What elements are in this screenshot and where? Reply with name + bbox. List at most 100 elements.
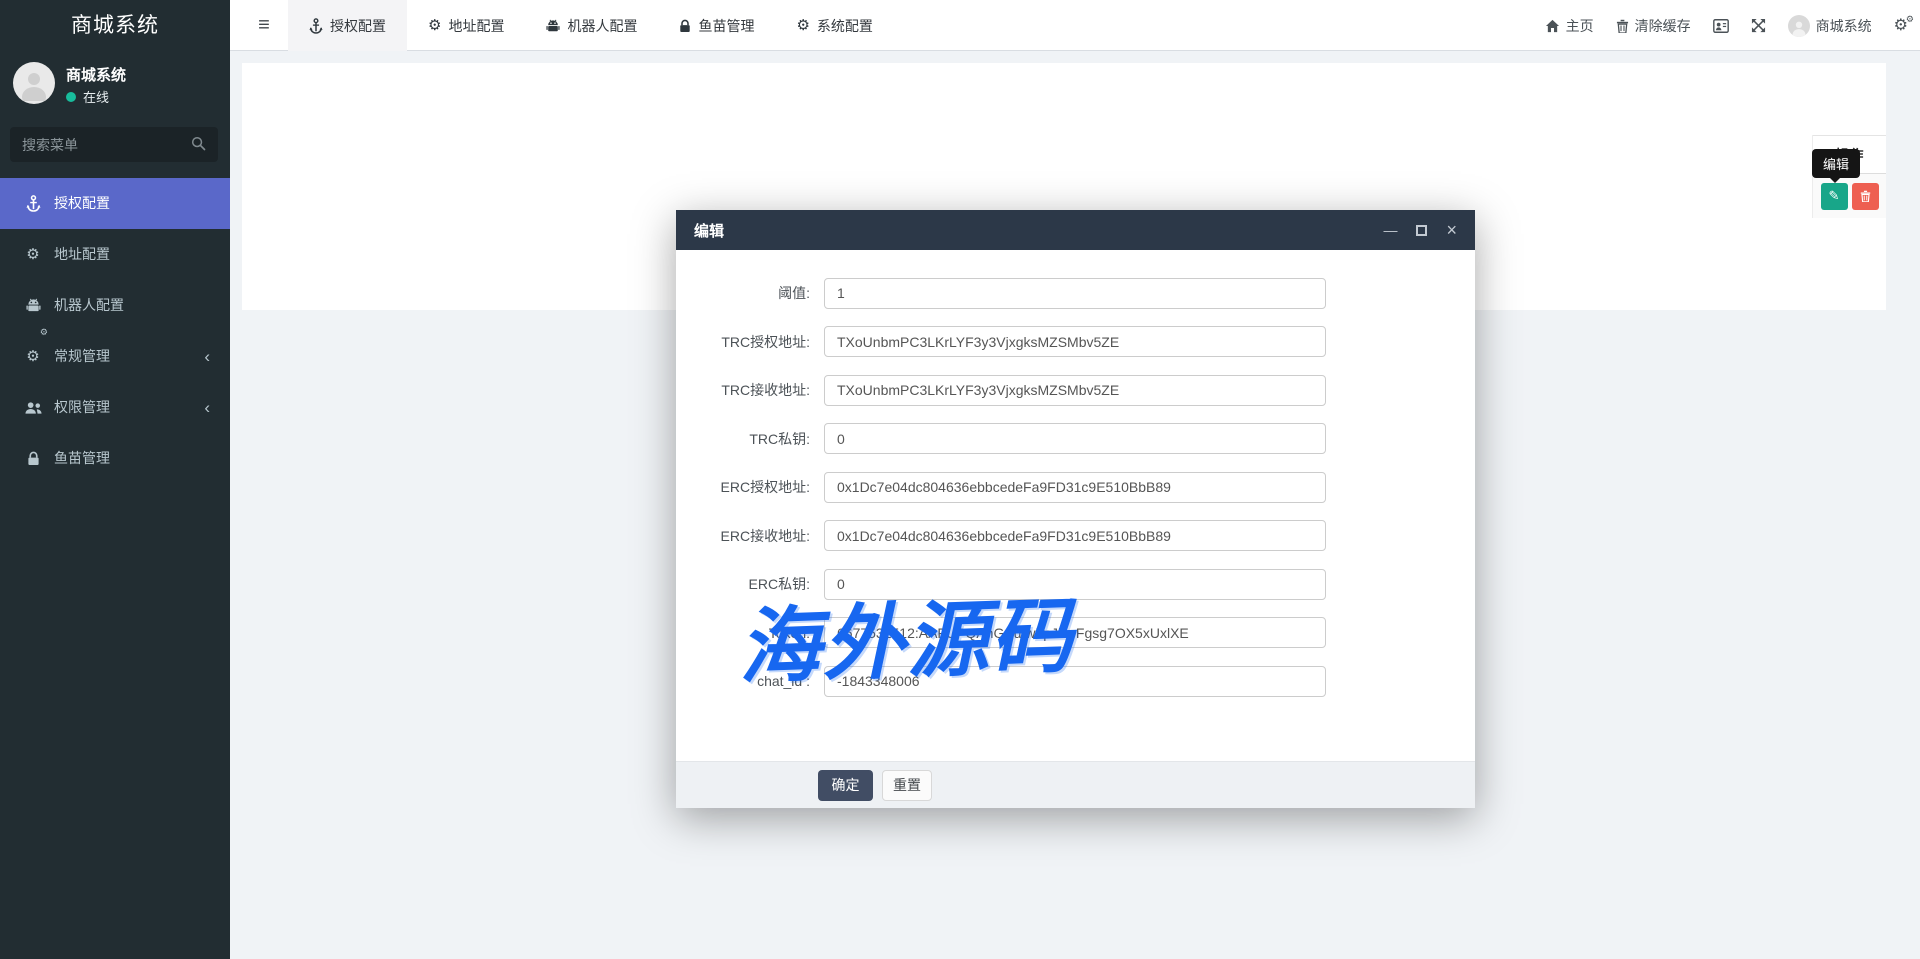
sidebar-item-permission-manage[interactable]: 权限管理 ‹ xyxy=(0,382,230,433)
hamburger-icon[interactable]: ≡ xyxy=(244,0,284,51)
anchor-icon xyxy=(24,178,42,229)
edit-tooltip: 编辑 xyxy=(1812,149,1861,183)
anchor-icon xyxy=(309,17,323,34)
person-icon xyxy=(22,73,46,101)
sidebar-item-fry-manage[interactable]: 鱼苗管理 xyxy=(0,433,230,484)
form-row-trc-key: TRC私钥: xyxy=(676,415,1475,464)
form-row-erc-key: ERC私钥: xyxy=(676,560,1475,609)
trc-auth-address-field[interactable] xyxy=(824,326,1326,358)
clear-cache-link[interactable]: 清除缓存 xyxy=(1616,16,1691,36)
users-icon xyxy=(24,382,42,433)
user-status: 在线 xyxy=(66,87,109,106)
topbar-username: 商城系统 xyxy=(1815,17,1872,34)
field-label: chat_id : xyxy=(757,673,810,690)
tab-robot-config[interactable]: 机器人配置 xyxy=(525,0,658,51)
tab-label: 鱼苗管理 xyxy=(698,17,755,34)
field-label: TRC私钥: xyxy=(749,430,810,447)
person-icon xyxy=(1792,21,1806,37)
robot-icon xyxy=(546,19,561,33)
sidebar-item-address-config[interactable]: ⚙ 地址配置 xyxy=(0,229,230,280)
fullscreen-icon[interactable] xyxy=(1751,18,1766,33)
chevron-left-icon: ‹ xyxy=(204,347,210,366)
close-icon[interactable]: × xyxy=(1446,221,1457,239)
sidebar-item-label: 授权配置 xyxy=(54,195,110,211)
tab-fry-manage[interactable]: 鱼苗管理 xyxy=(658,0,775,51)
sidebar-search-input[interactable] xyxy=(22,127,182,162)
trash-icon xyxy=(1860,190,1870,202)
tab-label: 机器人配置 xyxy=(567,17,638,34)
online-dot-icon xyxy=(66,92,76,102)
sidebar: 商城系统 商城系统 在线 授权配置 ⚙ 地址配置 xyxy=(0,0,230,959)
tab-system-config[interactable]: ⚙ 系统配置 xyxy=(775,0,893,51)
cogs-icon: ⚙ ⚙ xyxy=(26,327,48,365)
row-actions: ✎ xyxy=(1813,174,1886,218)
sidebar-item-robot-config[interactable]: 机器人配置 xyxy=(0,280,230,331)
gear-icon: ⚙ xyxy=(428,17,442,34)
token-field[interactable] xyxy=(824,617,1326,649)
field-label: TRC接收地址: xyxy=(721,382,810,399)
form-row-token: Token: xyxy=(676,609,1475,658)
tab-label: 系统配置 xyxy=(816,17,873,34)
sidebar-search xyxy=(10,127,218,162)
lock-icon xyxy=(679,19,691,33)
erc-receive-address-field[interactable] xyxy=(824,520,1326,552)
app-root: 商城系统 商城系统 在线 授权配置 ⚙ 地址配置 xyxy=(0,0,1920,959)
confirm-button[interactable]: 确定 xyxy=(818,769,873,801)
tab-address-config[interactable]: ⚙ 地址配置 xyxy=(407,0,525,51)
tab-label: 地址配置 xyxy=(448,17,505,34)
row-delete-button[interactable] xyxy=(1851,182,1879,210)
sidebar-menu: 授权配置 ⚙ 地址配置 机器人配置 ⚙ ⚙ 常规管理 ‹ 权限管理 ‹ 鱼苗管理 xyxy=(0,178,230,484)
tab-auth-config[interactable]: 授权配置 xyxy=(288,0,407,51)
nav-tabs: 授权配置 ⚙ 地址配置 机器人配置 鱼苗管理 ⚙ 系统配置 xyxy=(288,0,894,51)
lock-screen-icon[interactable] xyxy=(1712,18,1729,33)
pencil-icon: ✎ xyxy=(1828,188,1840,203)
settings-cogs-icon[interactable]: ⚙ ⚙ xyxy=(1894,14,1914,34)
form-row-chat-id: chat_id : xyxy=(676,657,1475,706)
user-menu[interactable]: 商城系统 xyxy=(1787,14,1872,37)
gear-icon: ⚙ xyxy=(796,17,810,34)
avatar xyxy=(13,62,55,104)
sidebar-item-label: 权限管理 xyxy=(54,399,110,415)
form-row-trc-auth: TRC授权地址: xyxy=(676,318,1475,367)
trc-private-key-field[interactable] xyxy=(824,423,1326,455)
search-icon[interactable] xyxy=(191,136,206,156)
chat-id-field[interactable] xyxy=(824,665,1326,697)
edit-dialog: 编辑 — × 阈值: TRC授权地址: TRC接收地址: TRC私钥: xyxy=(676,210,1475,808)
lock-icon xyxy=(24,433,42,484)
reset-button[interactable]: 重置 xyxy=(882,769,932,801)
field-label: ERC授权地址: xyxy=(720,479,810,496)
form-row-threshold: 阈值: xyxy=(676,269,1475,318)
erc-private-key-field[interactable] xyxy=(824,568,1326,600)
topbar-right: 主页 清除缓存 商城系统 ⚙ ⚙ xyxy=(1545,0,1914,51)
home-icon xyxy=(1545,19,1559,32)
form-row-trc-recv: TRC接收地址: xyxy=(676,366,1475,415)
field-label: TRC授权地址: xyxy=(721,333,810,350)
user-name: 商城系统 xyxy=(66,67,127,84)
dialog-titlebar[interactable]: 编辑 — × xyxy=(676,210,1475,250)
dialog-controls: — × xyxy=(1383,221,1457,239)
gear-icon: ⚙ xyxy=(26,246,40,263)
trc-receive-address-field[interactable] xyxy=(824,374,1326,406)
sidebar-item-label: 常规管理 xyxy=(54,348,110,364)
minimize-icon[interactable]: — xyxy=(1383,223,1397,237)
threshold-field[interactable] xyxy=(824,277,1326,309)
home-link[interactable]: 主页 xyxy=(1545,16,1594,36)
maximize-icon[interactable] xyxy=(1416,224,1428,236)
form-row-erc-recv: ERC接收地址: xyxy=(676,512,1475,561)
avatar xyxy=(1787,14,1810,37)
form-row-erc-auth: ERC授权地址: xyxy=(676,463,1475,512)
tab-label: 授权配置 xyxy=(330,17,386,34)
user-panel: 商城系统 在线 xyxy=(0,56,230,116)
dialog-footer: 确定 重置 xyxy=(676,761,1475,808)
sidebar-item-label: 机器人配置 xyxy=(54,297,124,313)
dialog-title: 编辑 xyxy=(694,222,725,240)
erc-auth-address-field[interactable] xyxy=(824,471,1326,503)
field-label: ERC私钥: xyxy=(748,576,810,593)
sidebar-item-auth-config[interactable]: 授权配置 xyxy=(0,178,230,229)
trash-icon xyxy=(1616,19,1628,33)
sidebar-item-general-manage[interactable]: ⚙ ⚙ 常规管理 ‹ xyxy=(0,327,230,382)
row-edit-button[interactable]: ✎ xyxy=(1820,182,1848,210)
sidebar-item-label: 鱼苗管理 xyxy=(54,450,110,466)
field-label: Token: xyxy=(768,624,810,641)
topbar: ≡ 授权配置 ⚙ 地址配置 机器人配置 鱼苗管理 ⚙ 系统配置 主页 清除缓存 … xyxy=(230,0,1920,51)
